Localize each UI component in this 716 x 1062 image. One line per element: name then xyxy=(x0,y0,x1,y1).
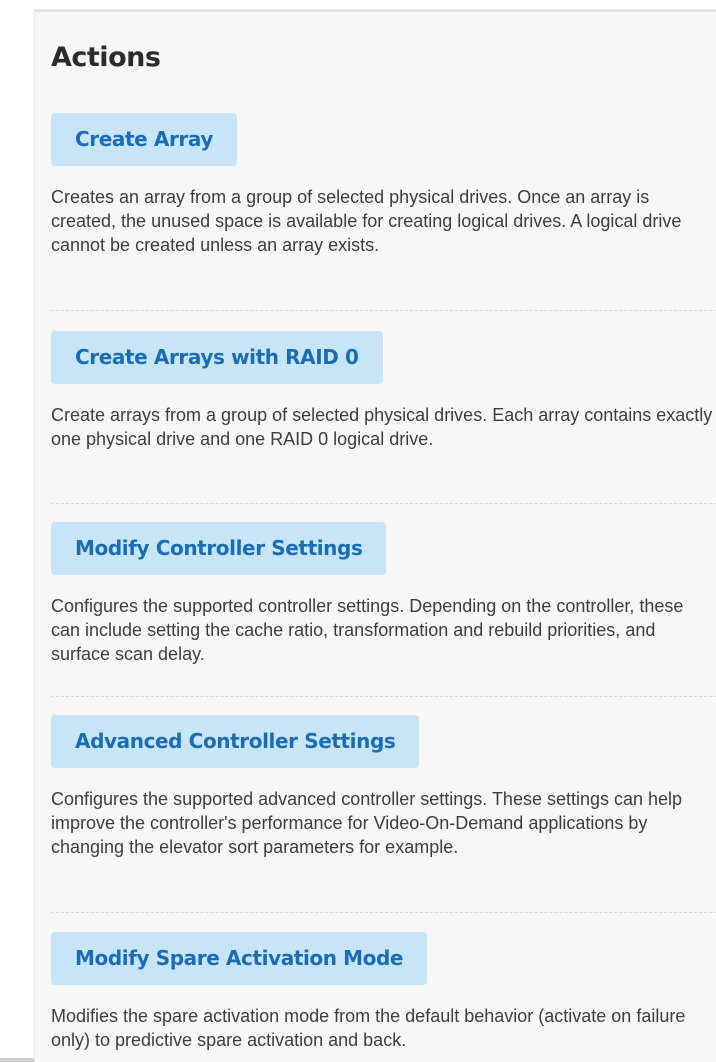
divider xyxy=(51,912,716,913)
create-arrays-raid0-description: Create arrays from a group of selected p… xyxy=(51,405,713,449)
create-array-description: Creates an array from a group of selecte… xyxy=(51,187,682,255)
create-arrays-raid0-button[interactable]: Create Arrays with RAID 0 xyxy=(51,331,383,384)
action-create-array: Create Array Creates an array from a gro… xyxy=(51,113,715,257)
advanced-controller-settings-description: Configures the supported advanced contro… xyxy=(51,789,683,857)
action-modify-spare-activation-mode: Modify Spare Activation Mode Modifies th… xyxy=(51,932,715,1052)
divider xyxy=(51,310,716,311)
modify-controller-settings-description: Configures the supported controller sett… xyxy=(51,596,684,664)
create-array-button[interactable]: Create Array xyxy=(51,113,238,166)
action-create-arrays-raid0: Create Arrays with RAID 0 Create arrays … xyxy=(51,331,715,451)
advanced-controller-settings-button[interactable]: Advanced Controller Settings xyxy=(51,715,420,768)
actions-panel: Actions Create Array Creates an array fr… xyxy=(34,9,716,1062)
action-modify-controller-settings: Modify Controller Settings Configures th… xyxy=(51,522,715,666)
action-advanced-controller-settings: Advanced Controller Settings Configures … xyxy=(51,715,715,859)
divider xyxy=(51,696,716,697)
panel-title: Actions xyxy=(51,42,161,73)
modify-spare-activation-mode-button[interactable]: Modify Spare Activation Mode xyxy=(51,932,428,985)
window-corner xyxy=(0,1058,34,1062)
divider xyxy=(51,503,716,504)
modify-spare-activation-mode-description: Modifies the spare activation mode from … xyxy=(51,1006,686,1050)
modify-controller-settings-button[interactable]: Modify Controller Settings xyxy=(51,522,387,575)
